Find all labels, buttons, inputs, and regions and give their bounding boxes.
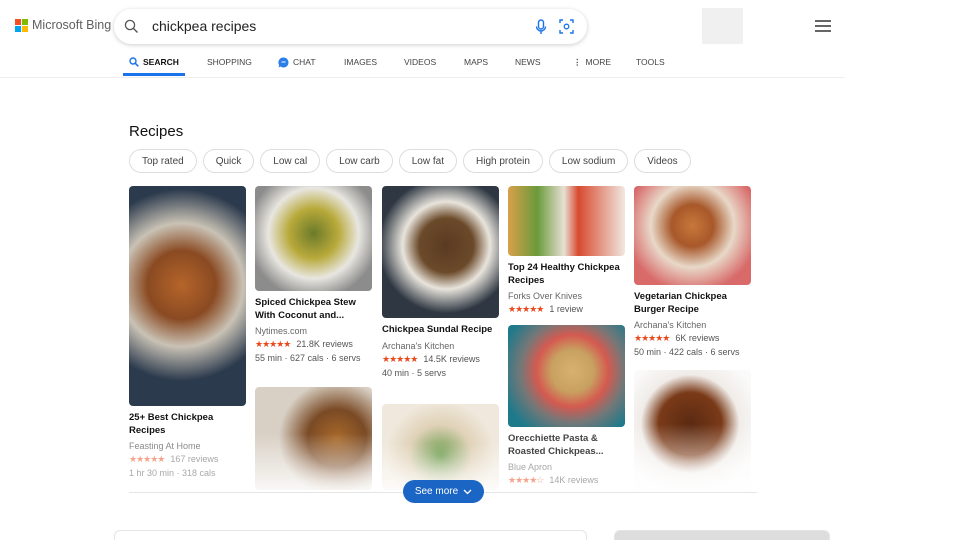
recipe-title: Top 24 Healthy Chickpea Recipes — [508, 262, 620, 286]
hamburger-menu-icon[interactable] — [815, 20, 831, 35]
visual-search-icon[interactable] — [559, 19, 574, 34]
review-count: 14K reviews — [549, 475, 599, 485]
tab-images[interactable]: IMAGES — [344, 52, 377, 76]
recipe-image — [129, 186, 246, 406]
recipe-source: Archana's Kitchen — [634, 320, 707, 330]
side-result-card — [614, 530, 830, 540]
recipe-title: Vegetarian Chickpea Burger Recipe — [634, 291, 727, 315]
account-avatar[interactable] — [702, 8, 743, 44]
chat-icon — [278, 57, 289, 68]
review-count: 1 review — [549, 304, 583, 314]
recipe-source: Nytimes.com — [255, 326, 308, 336]
recipe-image — [634, 186, 751, 285]
rating-stars: ★★★★★ — [129, 454, 165, 464]
recipe-filters: Top rated Quick Low cal Low carb Low fat… — [129, 149, 691, 173]
review-count: 21.8K reviews — [296, 339, 353, 349]
tab-chat[interactable]: CHAT — [278, 52, 316, 76]
microphone-icon[interactable] — [535, 19, 547, 35]
next-result-card — [114, 530, 587, 540]
bing-logo[interactable]: Microsoft Bing — [15, 18, 111, 32]
recipe-image — [382, 186, 499, 318]
chip-low-fat[interactable]: Low fat — [398, 149, 457, 173]
review-count: 14.5K reviews — [423, 353, 480, 364]
recipe-card[interactable]: Vegetarian Chickpea Burger Recipe Archan… — [634, 186, 751, 357]
tab-search[interactable]: SEARCH — [123, 52, 185, 76]
recipe-card[interactable]: Spiced Chickpea Stew With Coconut and...… — [255, 186, 372, 363]
see-more-button[interactable]: See more — [403, 480, 484, 503]
rating-stars: ★★★★★ — [508, 304, 544, 314]
recipe-image — [508, 325, 625, 427]
chip-top-rated[interactable]: Top rated — [129, 149, 197, 173]
recipe-title: 25+ Best Chickpea Recipes — [129, 412, 214, 436]
recipe-image-card[interactable] — [382, 404, 499, 490]
recipe-image — [255, 186, 372, 291]
recipe-image — [634, 370, 751, 490]
recipe-meta: 40 min · 5 servs — [382, 367, 447, 378]
recipe-image-card[interactable] — [255, 387, 372, 490]
recipe-image — [255, 387, 372, 490]
recipe-title: Orecchiette Pasta & Roasted Chickpeas... — [508, 433, 604, 457]
tab-tools[interactable]: TOOLS — [636, 52, 665, 76]
search-icon[interactable] — [124, 19, 139, 34]
chip-videos[interactable]: Videos — [634, 149, 691, 173]
review-count: 6K reviews — [675, 333, 720, 343]
search-input[interactable]: chickpea recipes — [152, 18, 256, 34]
header-divider — [0, 77, 845, 78]
recipe-source: Archana's Kitchen — [382, 340, 455, 351]
recipe-source: Blue Apron — [508, 462, 553, 472]
tab-news[interactable]: NEWS — [515, 52, 541, 76]
microsoft-logo-icon — [15, 18, 28, 32]
chip-high-protein[interactable]: High protein — [463, 149, 543, 173]
recipe-image — [382, 404, 499, 490]
recipe-source: Forks Over Knives — [508, 291, 583, 301]
recipe-card[interactable]: Orecchiette Pasta & Roasted Chickpeas...… — [508, 325, 625, 486]
recipe-title: Chickpea Sundal Recipe — [382, 324, 493, 335]
rating-stars: ★★★★★ — [255, 339, 291, 349]
chip-quick[interactable]: Quick — [202, 149, 255, 173]
recipe-image-card[interactable] — [634, 370, 751, 490]
more-vertical-icon: ⋮ — [573, 57, 582, 67]
recipe-card[interactable]: 25+ Best Chickpea Recipes Feasting At Ho… — [129, 186, 246, 478]
search-icon — [129, 57, 139, 67]
tab-shopping[interactable]: SHOPPING — [207, 52, 252, 76]
recipe-card[interactable]: Top 24 Healthy Chickpea Recipes Forks Ov… — [508, 186, 625, 315]
recipe-meta: 50 min · 422 cals · 6 servs — [634, 347, 740, 357]
recipe-meta: 55 min · 627 cals · 6 servs — [255, 353, 361, 363]
tab-maps[interactable]: MAPS — [464, 52, 488, 76]
rating-stars: ★★★★☆ — [508, 475, 544, 485]
logo-text: Microsoft Bing — [32, 18, 112, 32]
recipe-source: Feasting At Home — [129, 441, 201, 451]
chip-low-carb[interactable]: Low carb — [326, 149, 393, 173]
recipe-image — [508, 186, 625, 256]
tab-more[interactable]: ⋮ MORE — [573, 52, 611, 76]
recipe-meta: 1 hr 30 min · 318 cals — [129, 468, 216, 478]
review-count: 167 reviews — [170, 454, 219, 464]
rating-stars: ★★★★★ — [382, 353, 418, 364]
recipe-title: Spiced Chickpea Stew With Coconut and... — [255, 297, 356, 321]
recipe-card[interactable]: Chickpea Sundal Recipe Archana's Kitchen… — [382, 186, 499, 378]
tab-videos[interactable]: VIDEOS — [404, 52, 436, 76]
chip-low-sodium[interactable]: Low sodium — [548, 149, 629, 173]
recipes-heading: Recipes — [129, 123, 184, 140]
search-box[interactable]: chickpea recipes — [114, 9, 587, 44]
rating-stars: ★★★★★ — [634, 333, 670, 343]
chip-low-cal[interactable]: Low cal — [260, 149, 321, 173]
chevron-down-icon — [463, 489, 472, 494]
